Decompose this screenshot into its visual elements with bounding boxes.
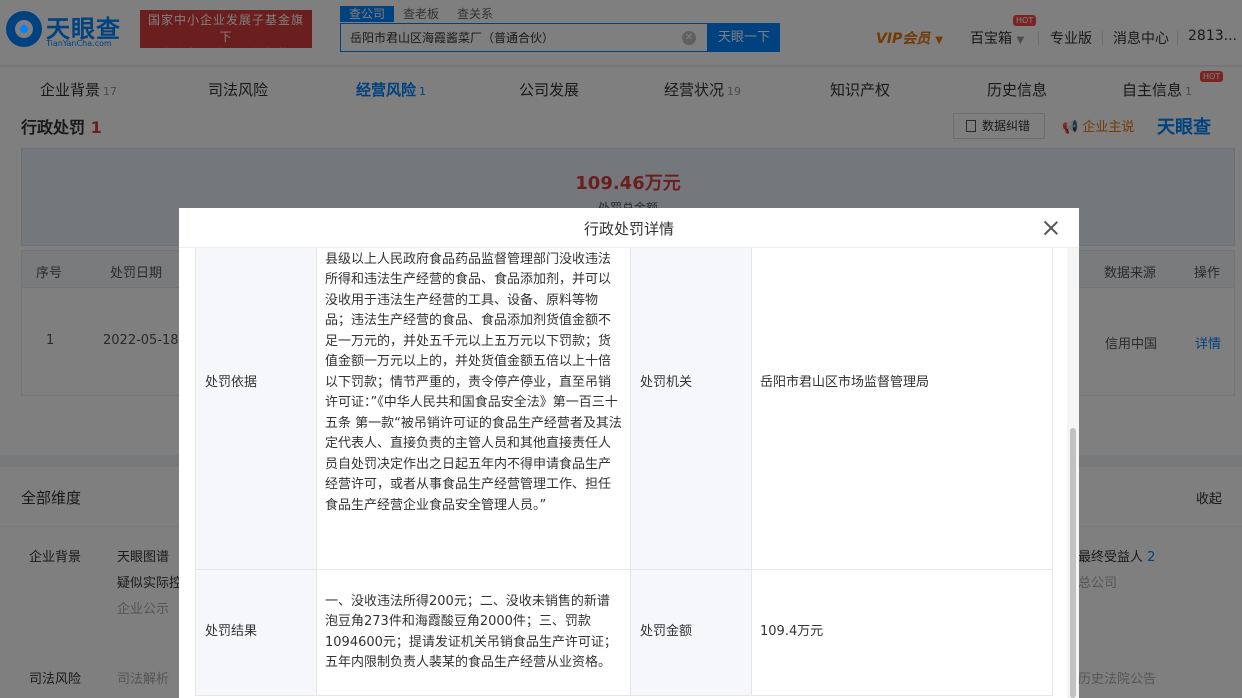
result-value: 一、没收违法所得200元；二、没收未销售的新谱泡豆角273件和海霞酸豆角2000… — [316, 569, 631, 696]
penalty-detail-modal: 行政处罚详情 处罚依据 县级以上人民政府食品药品监督管理部门没收违法所得和违法生… — [179, 208, 1079, 698]
result-label: 处罚结果 — [195, 569, 317, 696]
modal-body: 处罚依据 县级以上人民政府食品药品监督管理部门没收违法所得和违法生产经营的食品、… — [179, 248, 1079, 698]
amount-label: 处罚金额 — [630, 569, 752, 696]
scrollbar-thumb[interactable] — [1070, 428, 1076, 698]
authority-value: 岳阳市君山区市场监督管理局 — [751, 248, 1053, 570]
close-icon[interactable] — [1041, 218, 1061, 238]
basis-value: 县级以上人民政府食品药品监督管理部门没收违法所得和违法生产经营的食品、食品添加剂… — [316, 248, 631, 570]
amount-value: 109.4万元 — [751, 569, 1053, 696]
modal-header: 行政处罚详情 — [179, 208, 1079, 248]
authority-label: 处罚机关 — [630, 248, 752, 570]
basis-label: 处罚依据 — [195, 248, 317, 570]
modal-title: 行政处罚详情 — [583, 220, 674, 238]
table-row: 处罚依据 县级以上人民政府食品药品监督管理部门没收违法所得和违法生产经营的食品、… — [195, 248, 1053, 570]
table-row: 处罚结果 一、没收违法所得200元；二、没收未销售的新谱泡豆角273件和海霞酸豆… — [195, 569, 1053, 696]
detail-table: 处罚依据 县级以上人民政府食品药品监督管理部门没收违法所得和违法生产经营的食品、… — [195, 248, 1053, 696]
